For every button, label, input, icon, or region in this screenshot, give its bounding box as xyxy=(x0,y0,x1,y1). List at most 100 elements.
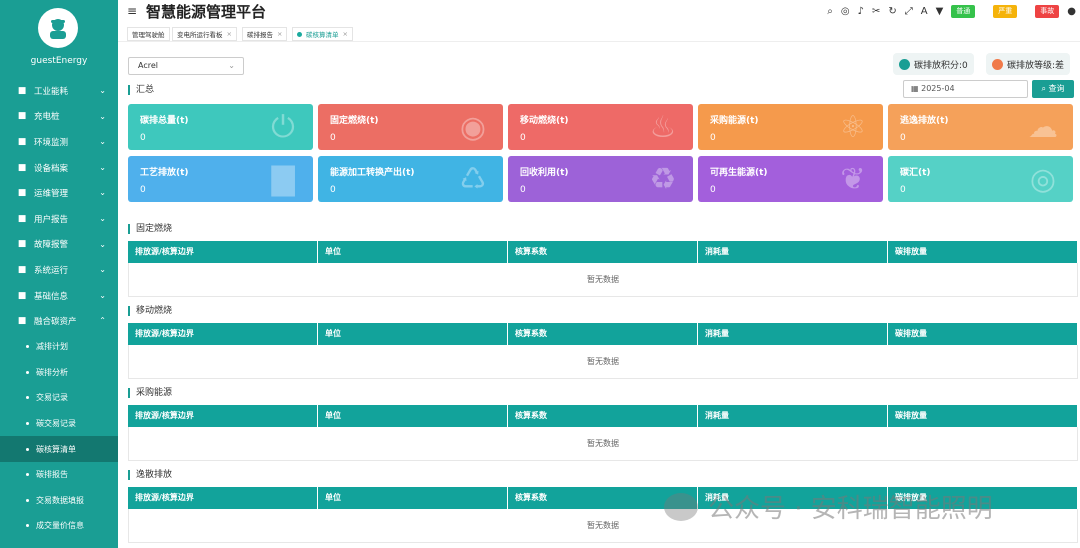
column-header[interactable]: 排放源/核算边界 xyxy=(128,487,318,509)
sidebar-subitem[interactable]: 交易记录 xyxy=(0,385,118,411)
summary-card: 固定燃烧(t) 0 ◉ xyxy=(318,104,503,150)
summary-card: 可再生能源(t) 0 ❦ xyxy=(698,156,883,202)
sidebar-subitem[interactable]: 碳排报告 xyxy=(0,462,118,488)
sidebar-subitem[interactable]: 交易数据填报 xyxy=(0,488,118,514)
summary-card: 工艺排放(t) 0 ▇ xyxy=(128,156,313,202)
section-title: 移动燃烧 xyxy=(128,306,172,316)
sidebar: guestEnergy ■ 工业能耗 ⌄ ■ 充电桩 ⌄ ■ 环境监测 ⌄ ■ 设备档案 ⌄ ■ 运维管理… xyxy=(0,0,118,548)
sidebar-subitem-label: 交易数据填报 xyxy=(36,495,84,505)
sidebar-subitem[interactable]: 成交量价信息 xyxy=(0,513,118,539)
tab-carbon-accounting[interactable]: 碳核算清单 × xyxy=(292,27,353,41)
sidebar-item[interactable]: ■ 充电桩 ⌄ xyxy=(0,104,118,130)
column-header[interactable]: 消耗量 xyxy=(698,241,888,263)
close-icon[interactable]: × xyxy=(277,30,282,38)
query-button[interactable]: ⌕ 查询 xyxy=(1032,80,1074,98)
sidebar-item-label: 基础信息 xyxy=(34,291,69,302)
sidebar-item-label: 故障报警 xyxy=(34,240,69,251)
summary-card: 移动燃烧(t) 0 ♨ xyxy=(508,104,693,150)
column-header[interactable]: 排放源/核算边界 xyxy=(128,241,318,263)
column-header[interactable]: 消耗量 xyxy=(698,405,888,427)
sidebar-subitem[interactable]: 碳交易记录 xyxy=(0,411,118,437)
hamburger-icon[interactable]: ≡ xyxy=(127,4,137,18)
tab-label: 碳核算清单 xyxy=(306,31,339,39)
bullet-icon xyxy=(26,370,29,374)
column-header[interactable]: 碳排放量 xyxy=(888,323,1078,345)
tab-cockpit[interactable]: 管理驾驶舱 xyxy=(127,27,170,41)
card-value: 0 xyxy=(900,133,906,143)
date-picker[interactable]: ▦ 2025-04 xyxy=(903,80,1028,98)
chevron-up-icon: ⌃ xyxy=(99,316,106,326)
chevron-down-icon: ⌄ xyxy=(99,188,106,198)
carbon-level: 碳排放等级:差 xyxy=(986,53,1071,75)
chevron-down-icon: ⌄ xyxy=(99,290,106,300)
watermark-text: 公众号 · 安科瑞智能照明 xyxy=(708,494,993,524)
bullet-icon xyxy=(26,524,29,528)
close-icon[interactable]: × xyxy=(227,30,232,38)
sidebar-subitem[interactable]: 碳排分析 xyxy=(0,360,118,386)
column-header[interactable]: 核算系数 xyxy=(508,405,698,427)
column-header[interactable]: 核算系数 xyxy=(508,241,698,263)
summary-card: 采购能源(t) 0 ⚛ xyxy=(698,104,883,150)
badge-accident[interactable]: 事故 xyxy=(1035,4,1060,18)
sidebar-item[interactable]: ■ 融合碳资产 ⌃ xyxy=(0,308,118,334)
tab-label: 管理驾驶舱 xyxy=(132,31,165,39)
column-header[interactable]: 排放源/核算边界 xyxy=(128,323,318,345)
card-value: 0 xyxy=(710,185,716,195)
tool-icon[interactable]: ✂ xyxy=(872,6,880,17)
column-header[interactable]: 单位 xyxy=(318,241,508,263)
search-icon[interactable]: ⌕ xyxy=(827,6,833,17)
toolbar-icons: ⌕ ◎ ♪ ✂ ↻ ⤢ A ▼ 普通 严重 事故 ● xyxy=(823,3,1080,19)
refresh-icon[interactable]: ↻ xyxy=(888,6,896,17)
tab-carbon-report[interactable]: 碳排报告 × xyxy=(242,27,288,41)
sidebar-item[interactable]: ■ 系统运行 ⌄ xyxy=(0,257,118,283)
card-label: 移动燃烧(t) xyxy=(520,116,569,126)
sidebar-item-label: 系统运行 xyxy=(34,265,69,276)
sidebar-item[interactable]: ■ 运维管理 ⌄ xyxy=(0,180,118,206)
date-value: 2025-04 xyxy=(921,84,955,93)
theme-icon[interactable]: ▼ xyxy=(936,6,944,17)
tab-substation[interactable]: 变电所运行看板 × xyxy=(172,27,237,41)
charger-icon: ■ xyxy=(17,111,27,122)
badge-severe[interactable]: 严重 xyxy=(993,4,1018,18)
watermark: 公众号 · 安科瑞智能照明 xyxy=(664,488,993,525)
help-icon[interactable]: ◎ xyxy=(841,6,850,17)
sidebar-item[interactable]: ■ 工业能耗 ⌄ xyxy=(0,78,118,104)
card-icon: ⚛ xyxy=(839,110,867,145)
archive-icon: ■ xyxy=(17,162,27,173)
fullscreen-icon[interactable]: ⤢ xyxy=(905,6,913,17)
column-header[interactable]: 单位 xyxy=(318,487,508,509)
sidebar-item[interactable]: ■ 用户报告 ⌄ xyxy=(0,206,118,232)
card-value: 0 xyxy=(710,133,716,143)
close-icon[interactable]: × xyxy=(343,30,348,38)
column-header[interactable]: 碳排放量 xyxy=(888,405,1078,427)
badge-normal[interactable]: 普通 xyxy=(951,4,976,18)
sidebar-item[interactable]: ■ 环境监测 ⌄ xyxy=(0,129,118,155)
column-header[interactable]: 消耗量 xyxy=(698,323,888,345)
bullet-icon xyxy=(26,422,29,426)
sidebar-item[interactable]: ■ 基础信息 ⌄ xyxy=(0,283,118,309)
sidebar-subitem-label: 碳核算清单 xyxy=(36,444,76,454)
column-header[interactable]: 排放源/核算边界 xyxy=(128,405,318,427)
section-title: 采购能源 xyxy=(128,388,172,398)
sidebar-subitem[interactable]: 减排计划 xyxy=(0,334,118,360)
summary-card: 逃逸排放(t) 0 ☁ xyxy=(888,104,1073,150)
sidebar-subitem[interactable]: 碳核算清单 xyxy=(0,436,118,462)
font-icon[interactable]: A xyxy=(921,6,928,17)
company-select[interactable]: Acrel ⌄ xyxy=(128,57,244,75)
bullet-icon xyxy=(26,447,29,451)
table-header: 排放源/核算边界 单位 核算系数 消耗量 碳排放量 xyxy=(128,405,1078,427)
column-header[interactable]: 单位 xyxy=(318,405,508,427)
sidebar-item[interactable]: ■ 故障报警 ⌄ xyxy=(0,232,118,258)
top-bar: ≡ 智慧能源管理平台 ⌕ ◎ ♪ ✂ ↻ ⤢ A ▼ 普通 严重 事故 ● xyxy=(118,0,1080,24)
sidebar-item[interactable]: ■ 设备档案 ⌄ xyxy=(0,155,118,181)
user-icon[interactable]: ● xyxy=(1067,6,1076,17)
volume-icon[interactable]: ♪ xyxy=(858,6,864,17)
sidebar-subitem-label: 减排计划 xyxy=(36,342,68,352)
bullet-icon xyxy=(26,345,29,349)
column-header[interactable]: 核算系数 xyxy=(508,323,698,345)
column-header[interactable]: 碳排放量 xyxy=(888,241,1078,263)
column-header[interactable]: 单位 xyxy=(318,323,508,345)
summary-card: 能源加工转换产出(t) 0 ♺ xyxy=(318,156,503,202)
card-icon: ❦ xyxy=(840,162,866,197)
chevron-down-icon: ⌄ xyxy=(99,265,106,275)
